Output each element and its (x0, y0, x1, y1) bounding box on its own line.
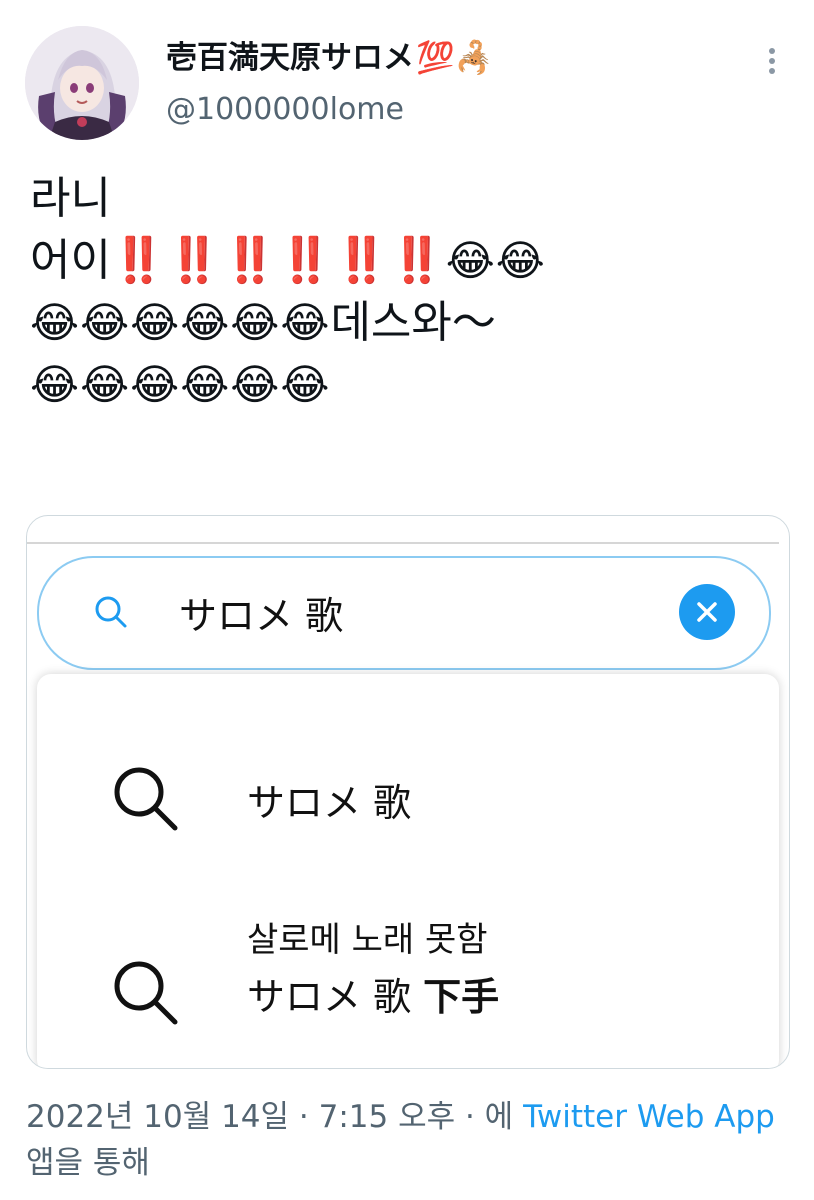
search-box[interactable] (37, 556, 771, 670)
tweet-line-3-text: 데스와～ (330, 297, 496, 348)
display-name[interactable]: 壱百満天原サロメ💯🦂 (166, 38, 493, 78)
divider (27, 542, 779, 544)
search-suggestion-item[interactable]: サロメ 歌 (37, 744, 779, 854)
laughing-crying-emojis: 😂😂😂😂😂😂 (30, 360, 331, 409)
tweet-line-2-text: 어이 (30, 235, 111, 286)
tweet-line-3: 😂😂😂😂😂😂데스와～ (30, 292, 790, 354)
laughing-crying-emojis: 😂😂 (445, 236, 546, 285)
search-icon (114, 961, 178, 1025)
display-name-emoji: 💯🦂 (416, 40, 494, 76)
suggestion-text-bold: 下手 (423, 975, 500, 1019)
tweet-metadata: 2022년 10월 14일 · 7:15 오후 · 에 Twitter Web … (26, 1094, 796, 1186)
tweet-text: 라니 어이‼️‼️‼️‼️‼️‼️😂😂 😂😂😂😂😂😂데스와～ 😂😂😂😂😂😂 (30, 168, 790, 416)
source-via: 앱을 통해 (26, 1145, 150, 1181)
search-input[interactable] (179, 584, 659, 640)
source-link[interactable]: Twitter Web App (523, 1099, 775, 1135)
suggestion-text: サロメ 歌 下手 (247, 966, 499, 1021)
search-icon (114, 767, 178, 831)
user-handle[interactable]: @1000000lome (166, 90, 404, 130)
tweet-line-1: 라니 (30, 173, 111, 224)
suggestion-translation: 살로메 노래 못함 (247, 920, 488, 960)
avatar[interactable] (25, 26, 139, 140)
clear-icon[interactable] (679, 584, 735, 640)
attached-image[interactable]: サロメ 歌 살로메 노래 못함 サロメ 歌 下手 (26, 515, 790, 1069)
double-exclamation-emojis: ‼️‼️‼️‼️‼️‼️ (110, 235, 446, 286)
display-name-text: 壱百満天原サロメ (166, 40, 414, 76)
suggestion-text: サロメ 歌 (247, 781, 412, 825)
laughing-crying-emojis: 😂😂😂😂😂😂 (30, 298, 331, 347)
search-suggestions: サロメ 歌 살로메 노래 못함 サロメ 歌 下手 (37, 674, 779, 1068)
search-icon (95, 596, 127, 628)
avatar-anime-girl (25, 26, 139, 140)
suggestion-text-plain: サロメ 歌 (247, 975, 424, 1019)
tweet-line-2: 어이‼️‼️‼️‼️‼️‼️😂😂 (30, 230, 790, 292)
tweet-line-4: 😂😂😂😂😂😂 (30, 354, 790, 416)
more-vertical-icon[interactable] (760, 44, 784, 80)
search-suggestion-item[interactable]: 살로메 노래 못함 サロメ 歌 下手 (37, 884, 779, 1054)
tweet-timestamp[interactable]: 2022년 10월 14일 · 7:15 오후 · 에 (26, 1099, 523, 1135)
